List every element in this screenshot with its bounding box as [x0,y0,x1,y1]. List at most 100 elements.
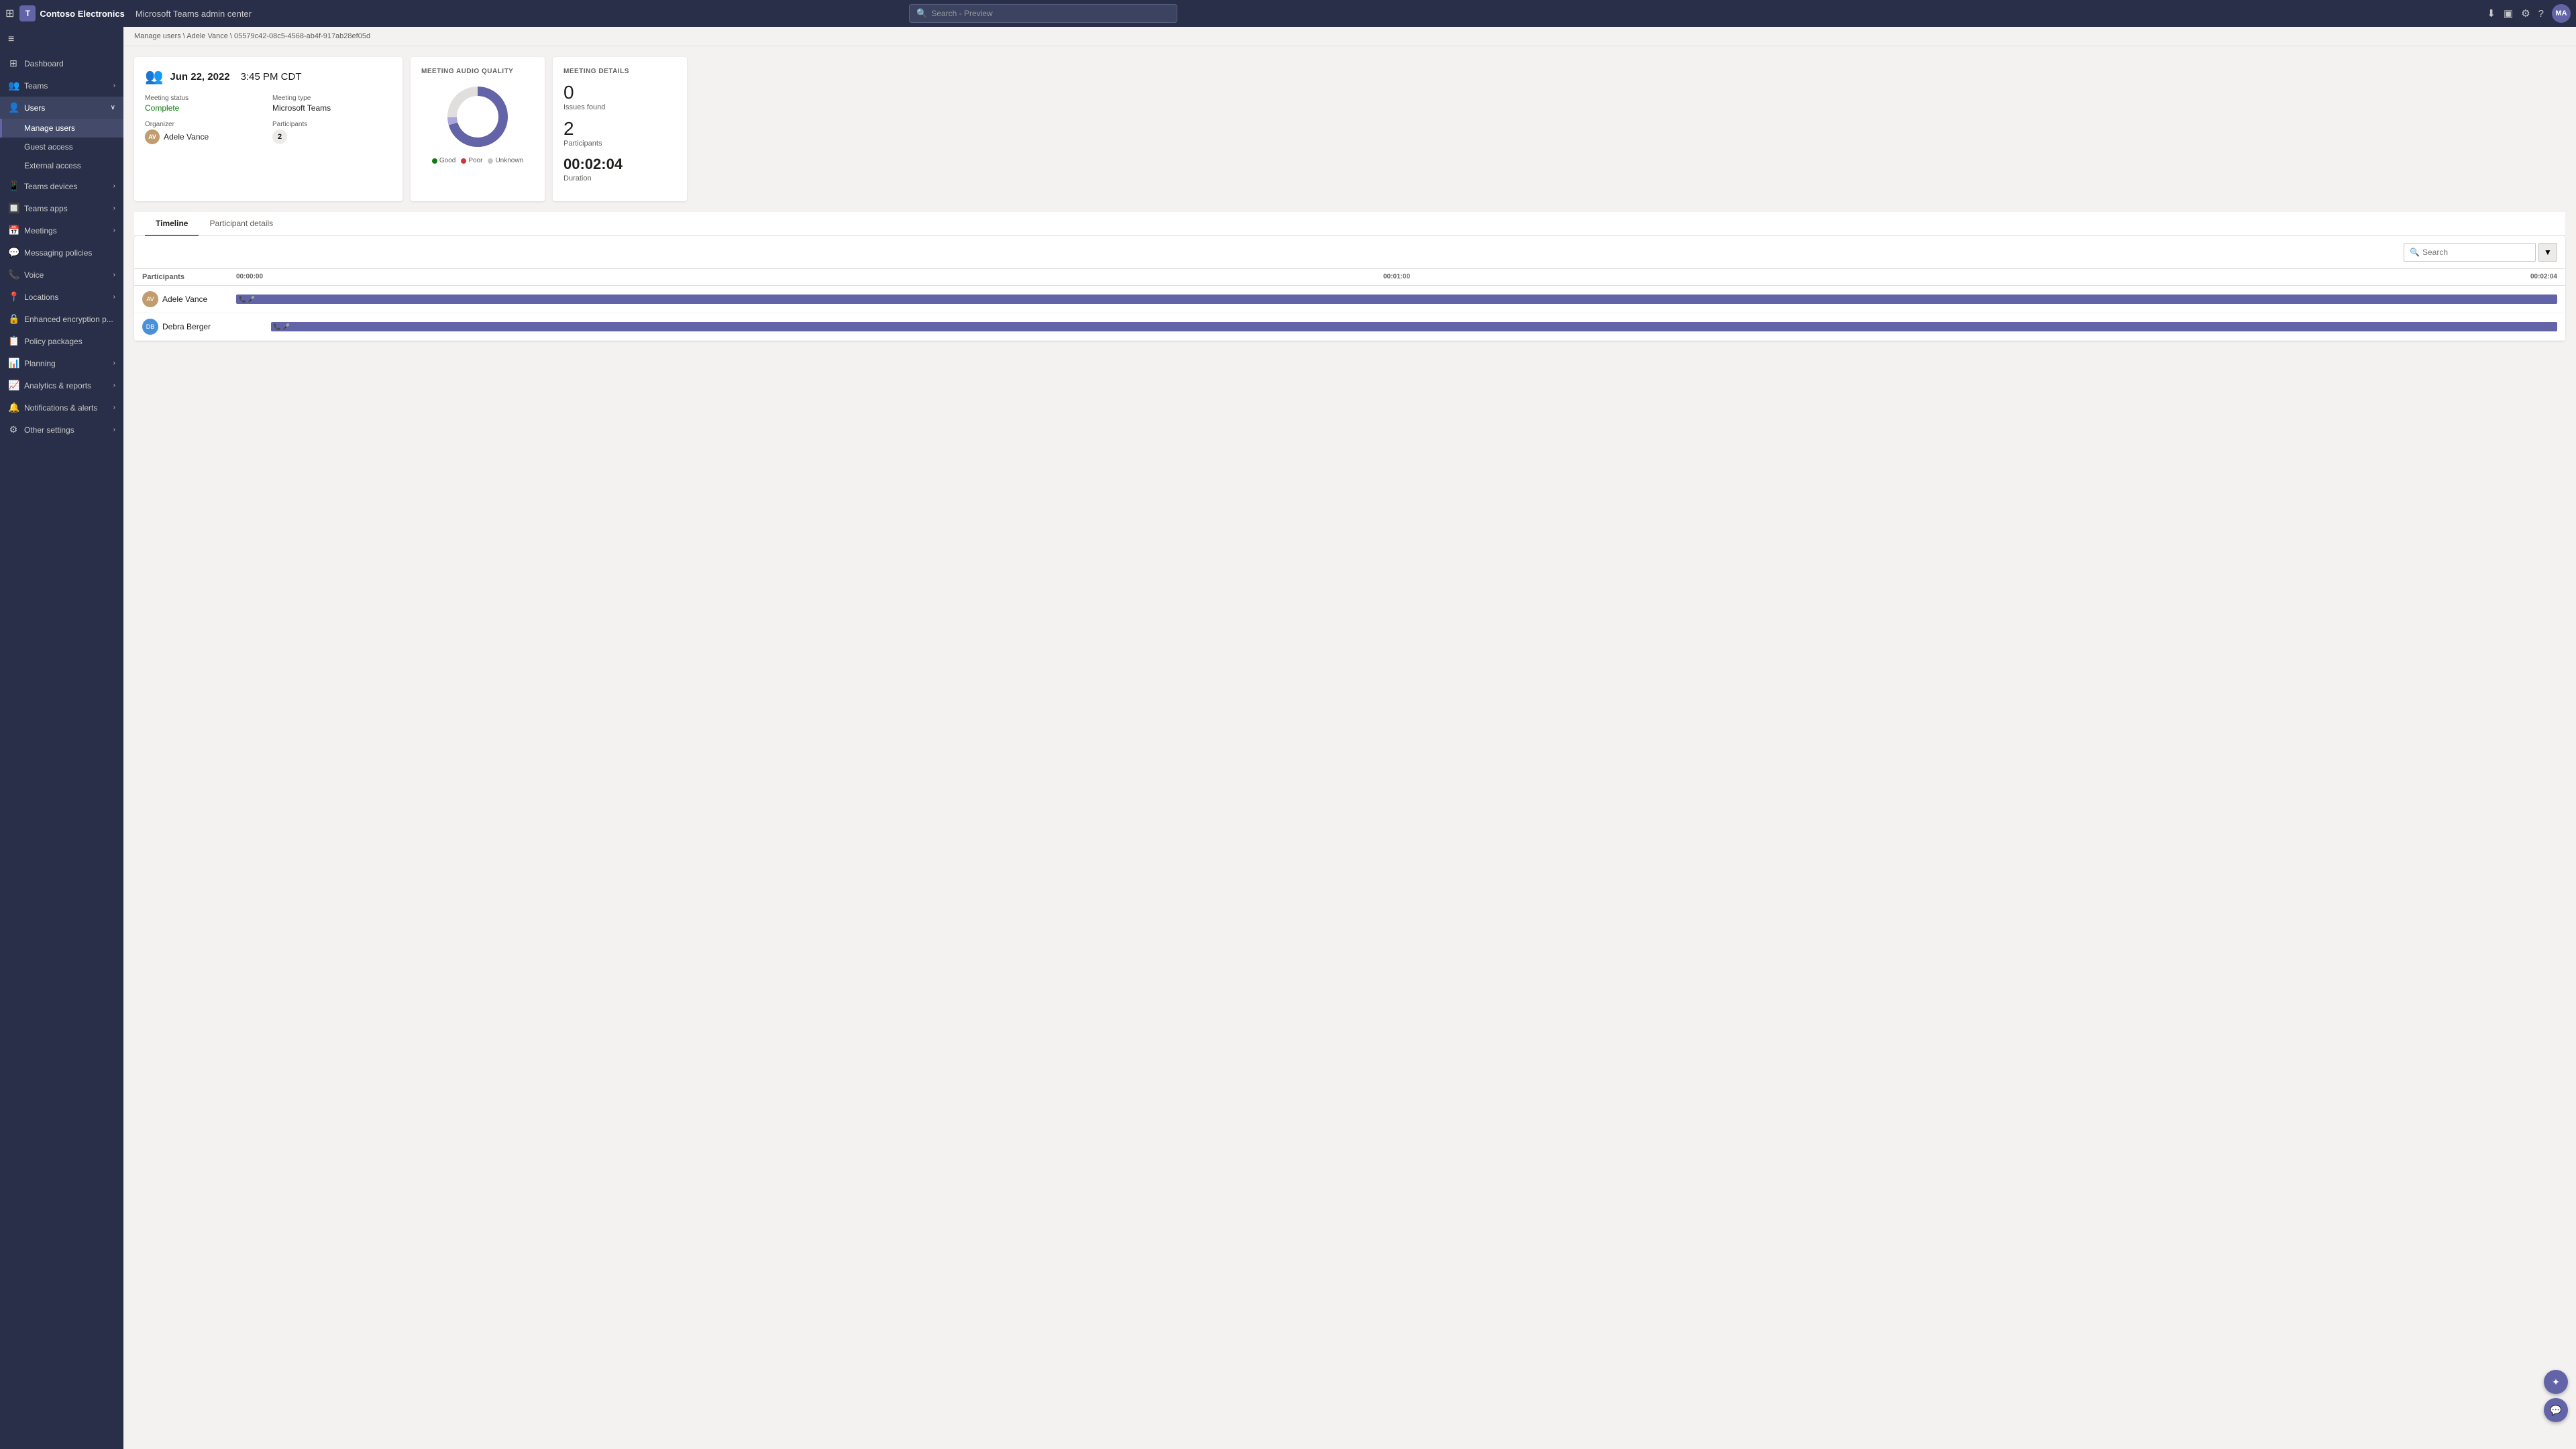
sidebar-item-teams[interactable]: 👥 Teams › [0,74,123,97]
page-scroll: 👥 Jun 22, 2022 3:45 PM CDT Meeting statu… [123,46,2576,1449]
cards-row: 👥 Jun 22, 2022 3:45 PM CDT Meeting statu… [134,57,2565,201]
participant-badge: 2 [272,129,287,144]
manage-users-label: Manage users [24,123,75,133]
sidebar-item-dashboard[interactable]: ⊞ Dashboard [0,52,123,74]
tab-participant-details[interactable]: Participant details [199,212,284,236]
analytics-icon: 📈 [8,380,19,391]
participant-info-adele: AV Adele Vance [142,291,236,307]
settings-icon[interactable]: ⚙ [2521,7,2530,19]
topbar-right: ⬇ ▣ ⚙ ? MA [2487,4,2571,23]
window-icon[interactable]: ▣ [2504,7,2513,19]
sidebar-item-voice[interactable]: 📞 Voice › [0,264,123,286]
timeline-search-input[interactable] [2422,248,2530,257]
organizer-field: Organizer AV Adele Vance [145,121,264,144]
sidebar-item-planning[interactable]: 📊 Planning › [0,352,123,374]
track-bar-debra[interactable]: 📞 🎤 [271,322,2557,331]
timeline-section: 🔍 ▼ Participants 00:00:00 00:01:00 00:02… [134,236,2565,341]
sidebar-item-locations[interactable]: 📍 Locations › [0,286,123,308]
main-content: Manage users \ Adele Vance \ 05579c42-08… [123,27,2576,1449]
tab-timeline[interactable]: Timeline [145,212,199,236]
track-bar-adele[interactable]: 📞 🎤 [236,294,2557,304]
audio-quality-title: MEETING AUDIO QUALITY [421,68,534,75]
poor-label: Poor [468,157,482,164]
sidebar-toggle[interactable]: ≡ [0,27,123,52]
meeting-time: 3:45 PM CDT [241,71,302,83]
search-input[interactable] [931,9,1170,18]
participants-label: Participants [272,121,392,128]
track-mic-icon2: 🎤 [282,323,290,331]
duration-label: Duration [564,174,676,182]
topbar-logo: T Contoso Electronics [19,5,124,21]
user-avatar[interactable]: MA [2552,4,2571,23]
float-btn-2[interactable]: 💬 [2544,1398,2568,1422]
breadcrumb-text: Manage users \ Adele Vance \ 05579c42-08… [134,32,370,40]
sidebar-item-teams-devices[interactable]: 📱 Teams devices › [0,175,123,197]
sidebar-item-meetings[interactable]: 📅 Meetings › [0,219,123,241]
timeline-row: DB Debra Berger 📞 🎤 [134,313,2565,341]
locations-icon: 📍 [8,291,19,303]
help-icon[interactable]: ? [2538,8,2544,19]
float-btn-1[interactable]: ✦ [2544,1370,2568,1394]
sidebar-item-other[interactable]: ⚙ Other settings › [0,419,123,441]
issues-label: Issues found [564,103,676,111]
sidebar-label-messaging: Messaging policies [24,248,115,258]
participants-metric-label: Participants [564,140,676,148]
apps-icon[interactable]: ⊞ [5,7,14,20]
participant-avatar-debra: DB [142,319,158,335]
sidebar-item-policy[interactable]: 📋 Policy packages [0,330,123,352]
organizer-avatar: AV [145,129,160,144]
sidebar-item-analytics[interactable]: 📈 Analytics & reports › [0,374,123,396]
dashboard-icon: ⊞ [8,58,19,69]
breadcrumb: Manage users \ Adele Vance \ 05579c42-08… [123,27,2576,46]
timeline-row: AV Adele Vance 📞 🎤 [134,286,2565,313]
users-chevron: ∨ [111,104,115,111]
topbar: ⊞ T Contoso Electronics Microsoft Teams … [0,0,2576,27]
teams-chevron: › [113,82,115,89]
meeting-details-card: MEETING DETAILS 0 Issues found 2 Partici… [553,57,687,201]
sidebar-item-notifications[interactable]: 🔔 Notifications & alerts › [0,396,123,419]
policy-icon: 📋 [8,335,19,347]
meetings-chevron: › [113,227,115,234]
good-label: Good [439,157,455,164]
sidebar-sub-guest-access[interactable]: Guest access [0,138,123,156]
track-mic-icon: 🎤 [248,296,255,303]
timeline-search-box[interactable]: 🔍 [2404,243,2536,262]
sidebar-sub-external-access[interactable]: External access [0,156,123,175]
logo-icon: T [19,5,36,21]
guest-access-label: Guest access [24,142,73,152]
search-bar[interactable]: 🔍 [909,4,1177,23]
organizer-name: Adele Vance [164,132,209,142]
sidebar-label-encryption: Enhanced encryption p... [24,315,115,324]
sidebar-item-messaging[interactable]: 💬 Messaging policies [0,241,123,264]
track-area-debra: 📞 🎤 [236,320,2557,333]
audio-quality-card: MEETING AUDIO QUALITY [411,57,545,201]
sidebar-label-meetings: Meetings [24,226,108,235]
teams-apps-icon: 🔲 [8,203,19,214]
voice-chevron: › [113,271,115,278]
meeting-type-label: Meeting type [272,95,392,102]
sidebar-item-teams-apps[interactable]: 🔲 Teams apps › [0,197,123,219]
teams-devices-chevron: › [113,182,115,190]
sidebar-sub-manage-users[interactable]: Manage users [0,119,123,138]
logo-text: Contoso Electronics [40,9,124,19]
time-start: 00:00:00 [236,273,263,281]
planning-chevron: › [113,360,115,367]
meeting-status-value: Complete [145,103,264,113]
filter-icon: ▼ [2544,248,2552,257]
track-area-adele: 📞 🎤 [236,292,2557,306]
duration-value: 00:02:04 [564,156,676,173]
issues-value: 0 [564,83,676,102]
meeting-status-label: Meeting status [145,95,264,102]
participant-name-debra: Debra Berger [162,322,211,331]
filter-button[interactable]: ▼ [2538,243,2557,262]
sidebar-label-users: Users [24,103,105,113]
legend-unknown: Unknown [488,157,523,164]
download-icon[interactable]: ⬇ [2487,7,2496,19]
sidebar-item-encryption[interactable]: 🔒 Enhanced encryption p... [0,308,123,330]
sidebar-label-notifications: Notifications & alerts [24,403,108,413]
teams-apps-chevron: › [113,205,115,212]
sidebar-item-users[interactable]: 👤 Users ∨ [0,97,123,119]
meeting-type-value: Microsoft Teams [272,103,392,113]
issues-metric: 0 Issues found [564,83,676,111]
legend-good: Good [432,157,455,164]
